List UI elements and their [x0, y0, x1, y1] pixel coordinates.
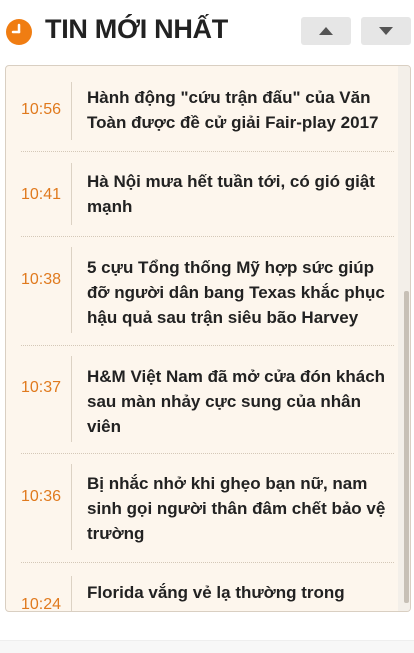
news-item[interactable]: 10:37 H&M Việt Nam đã mở cửa đón khách s…: [21, 346, 394, 454]
news-headline[interactable]: Hành động "cứu trận đấu" của Văn Toàn đư…: [87, 85, 393, 135]
news-time: 10:36: [21, 488, 62, 505]
news-item[interactable]: 10:36 Bị nhắc nhở khi ghẹo bạn nữ, nam s…: [21, 454, 394, 563]
triangle-up-icon: [319, 27, 333, 35]
news-headline[interactable]: H&M Việt Nam đã mở cửa đón khách sau màn…: [87, 364, 393, 439]
clock-icon: [6, 19, 32, 45]
news-item[interactable]: 10:38 5 cựu Tổng thống Mỹ hợp sức giúp đ…: [21, 237, 394, 346]
news-divider: [71, 576, 72, 611]
news-divider: [71, 356, 72, 442]
news-headline[interactable]: 5 cựu Tổng thống Mỹ hợp sức giúp đỡ ngườ…: [87, 255, 393, 330]
triangle-down-icon: [379, 27, 393, 35]
news-item[interactable]: 10:56 Hành động "cứu trận đấu" của Văn T…: [21, 74, 394, 152]
previous-button[interactable]: [301, 17, 351, 45]
news-time: 10:38: [21, 271, 62, 288]
news-headline[interactable]: Hà Nội mưa hết tuần tới, có gió giật mạn…: [87, 169, 393, 219]
news-time: 10:41: [21, 186, 62, 203]
news-panel: 10:56 Hành động "cứu trận đấu" của Văn T…: [5, 65, 411, 612]
next-button[interactable]: [361, 17, 411, 45]
latest-news-widget: TIN MỚI NHẤT 10:56 Hành động "cứu trận đ…: [0, 0, 414, 653]
news-time: 10:56: [21, 101, 62, 118]
widget-title: TIN MỚI NHẤT: [45, 14, 228, 44]
news-time: 10:37: [21, 379, 62, 396]
news-headline[interactable]: Florida vắng vẻ lạ thường trong: [87, 580, 393, 605]
news-time: 10:24: [21, 596, 62, 611]
news-divider: [71, 163, 72, 225]
news-item[interactable]: 10:41 Hà Nội mưa hết tuần tới, có gió gi…: [21, 152, 394, 237]
news-list[interactable]: 10:56 Hành động "cứu trận đấu" của Văn T…: [6, 66, 398, 611]
news-divider: [71, 82, 72, 140]
news-divider: [71, 464, 72, 550]
bottom-strip: [0, 640, 414, 653]
scrollbar-thumb[interactable]: [404, 291, 409, 603]
news-divider: [71, 247, 72, 333]
news-headline[interactable]: Bị nhắc nhở khi ghẹo bạn nữ, nam sinh gọ…: [87, 471, 393, 546]
news-item[interactable]: 10:24 Florida vắng vẻ lạ thường trong: [21, 563, 394, 611]
widget-header: TIN MỚI NHẤT: [0, 0, 414, 60]
